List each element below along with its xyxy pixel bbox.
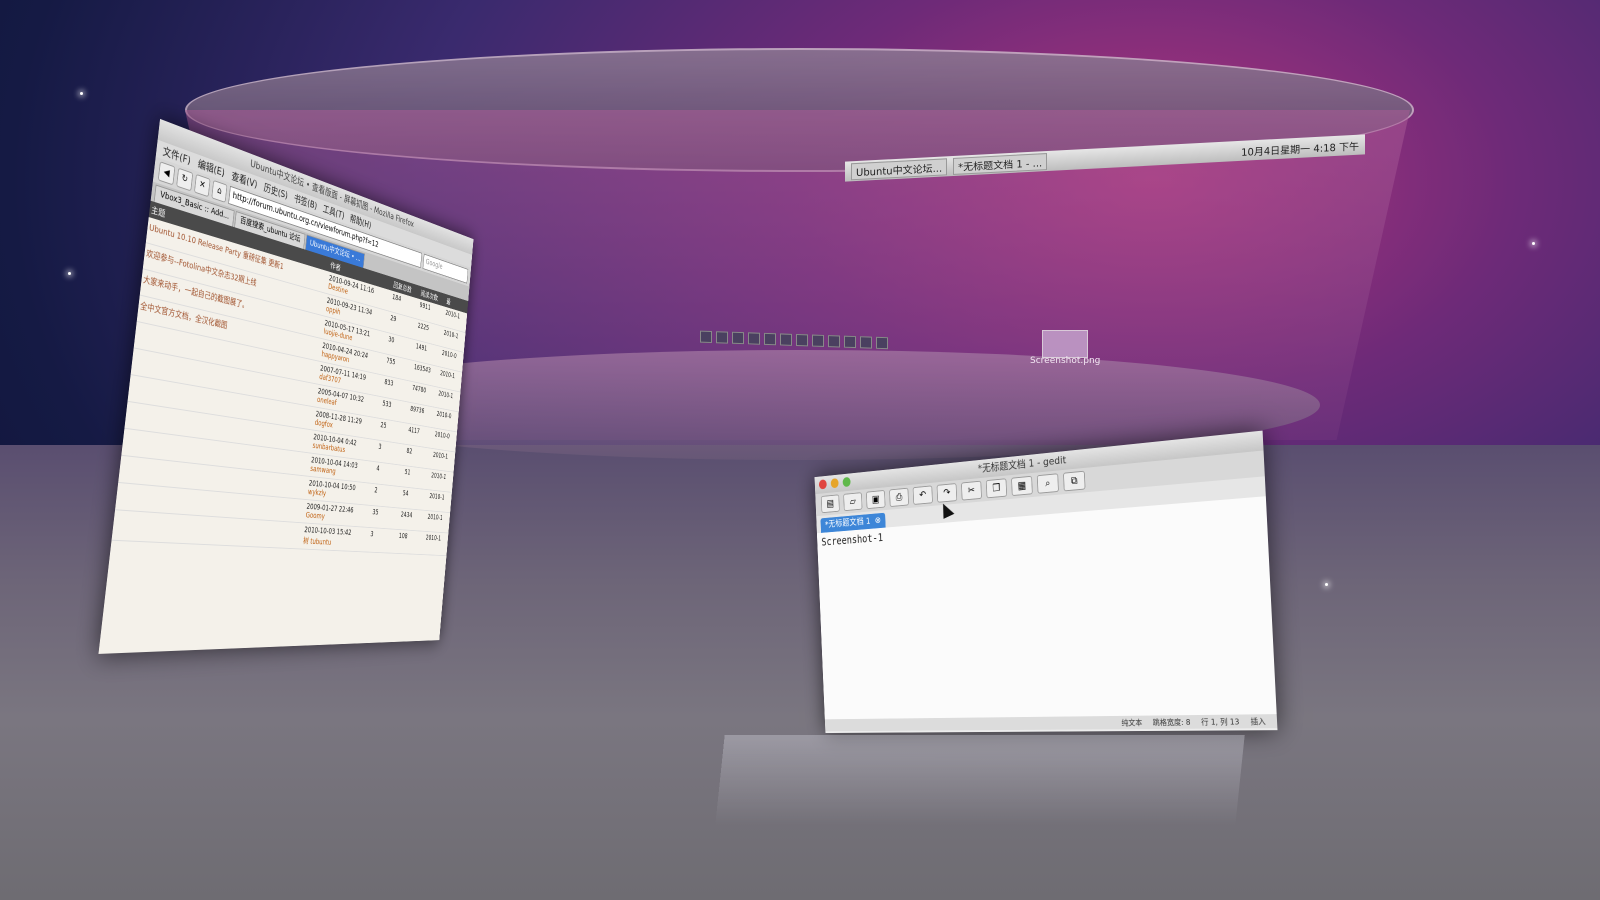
status-cursor-position: 行 1, 列 13 (1201, 717, 1240, 727)
status-tab-width[interactable]: 跳格宽度: 8 (1152, 717, 1190, 728)
dock-icon[interactable] (828, 335, 840, 348)
last-post[interactable]: 2010-1 (427, 489, 452, 513)
last-post[interactable]: 2010-1 (423, 531, 449, 556)
star (80, 92, 83, 95)
dock-icon[interactable] (700, 330, 712, 344)
print-icon[interactable]: ⎙ (889, 487, 909, 508)
new-document-icon[interactable]: ▤ (820, 494, 840, 514)
file-icon[interactable] (1042, 330, 1088, 358)
view-count: 2434 (398, 508, 428, 532)
open-folder-icon[interactable]: ▱ (843, 492, 863, 512)
dock-icon[interactable] (860, 336, 872, 349)
redo-icon[interactable]: ↷ (936, 483, 958, 503)
last-post[interactable]: 2010-1 (430, 448, 456, 473)
star (1532, 242, 1535, 245)
dock-icon[interactable] (732, 331, 744, 345)
panel-task-firefox[interactable]: Ubuntu中文论坛... (851, 157, 948, 180)
stop-icon[interactable]: ✕ (194, 173, 211, 198)
desktop-icon-label: Screenshot.png (1030, 356, 1101, 366)
close-button[interactable] (818, 479, 827, 490)
star (68, 272, 71, 275)
dock-icon[interactable] (844, 335, 856, 349)
dock-icon[interactable] (748, 332, 760, 345)
view-count: 51 (402, 465, 431, 490)
home-icon[interactable]: ⌂ (211, 179, 228, 203)
copy-icon[interactable]: ❐ (985, 478, 1008, 499)
star (1325, 583, 1328, 586)
search-icon[interactable]: ⌕ (1036, 473, 1059, 494)
text-editor-area[interactable]: Screenshot-1 (816, 496, 1277, 720)
reply-count: 2 (371, 483, 403, 509)
topic-author-cell: 2010-10-03 15:42 树 tubuntu (301, 522, 370, 553)
reply-count: 3 (367, 527, 399, 554)
dock-icon[interactable] (780, 333, 792, 346)
back-icon[interactable]: ◀ (157, 161, 176, 186)
dock-icon[interactable] (716, 331, 728, 344)
last-post[interactable]: 2010-1 (425, 510, 451, 534)
window-controls (818, 476, 851, 490)
reply-count: 4 (374, 461, 405, 487)
save-icon[interactable]: ▣ (865, 489, 886, 510)
dock-icon[interactable] (796, 333, 808, 347)
view-count: 108 (396, 529, 426, 555)
status-language[interactable]: 纯文本 (1121, 717, 1142, 728)
window-reflection (715, 735, 1245, 825)
undo-icon[interactable]: ↶ (912, 485, 933, 505)
dock-icon[interactable] (812, 334, 824, 347)
minimize-button[interactable] (830, 478, 839, 489)
gedit-window[interactable]: *无标题文档 1 - gedit ▤ ▱ ▣ ⎙ ↶ ↷ ✂ ❐ ▦ ⌕ ⧉ *… (814, 430, 1278, 734)
last-post[interactable]: 2010-1 (429, 469, 454, 493)
panel-task-gedit[interactable]: *无标题文档 1 - ... (953, 152, 1048, 175)
paste-icon[interactable]: ▦ (1011, 475, 1033, 497)
cut-icon[interactable]: ✂ (961, 480, 982, 501)
maximize-button[interactable] (842, 476, 851, 488)
dock-icon[interactable] (876, 336, 888, 350)
panel-clock[interactable]: 10月4日星期一 4:18 下午 (1241, 137, 1365, 158)
replace-icon[interactable]: ⧉ (1063, 470, 1086, 492)
status-insert-mode: 插入 (1250, 716, 1266, 726)
reload-icon[interactable]: ↻ (176, 167, 194, 192)
view-count: 54 (400, 486, 430, 511)
close-tab-icon[interactable]: ⊗ (875, 513, 882, 528)
dock-icon[interactable] (764, 332, 776, 346)
reply-count: 35 (369, 505, 401, 530)
